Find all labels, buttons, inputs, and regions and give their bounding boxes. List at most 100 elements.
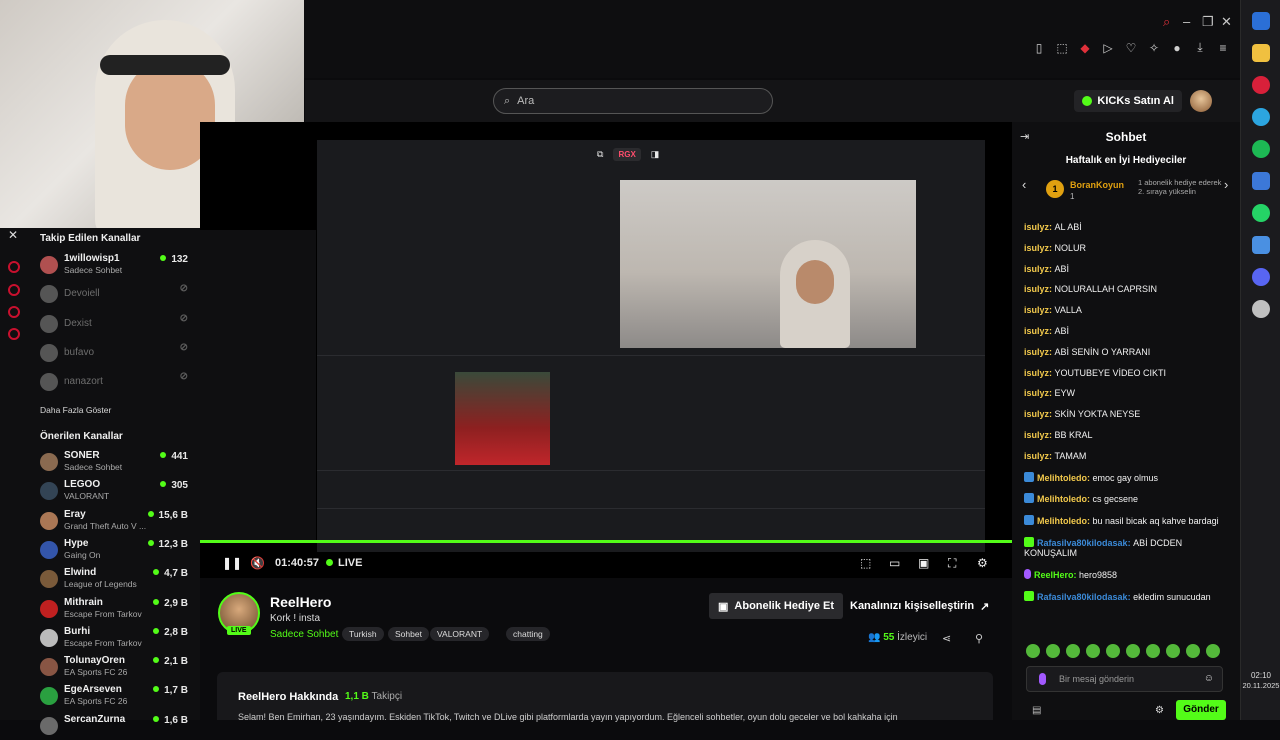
sidebar-settings-icon[interactable]	[8, 328, 20, 340]
pip-icon[interactable]: ▣	[918, 556, 929, 570]
chat-username[interactable]: isulyz	[1024, 326, 1049, 336]
heart-icon[interactable]: ♡	[1124, 41, 1138, 55]
chat-username[interactable]: Melihtoledo	[1037, 516, 1087, 526]
emote-icon[interactable]	[1066, 644, 1080, 658]
opera-icon[interactable]	[1252, 76, 1270, 94]
whatsapp-icon[interactable]	[1252, 204, 1270, 222]
chat-username[interactable]: Rafasilva80kilodasak	[1037, 538, 1128, 548]
channel-row[interactable]: Hype Gaing On 12,3 B	[40, 538, 190, 564]
show-more-link[interactable]: Daha Fazla Göster	[40, 405, 111, 415]
chat-username[interactable]: Melihtoledo	[1037, 494, 1087, 504]
user-settings-icon[interactable]: ⚲	[975, 632, 983, 645]
sidebar-following-icon[interactable]	[8, 306, 20, 318]
mic-icon[interactable]	[1039, 673, 1046, 685]
chat-username[interactable]: ReelHero	[1034, 570, 1074, 580]
clip-icon[interactable]: ⬚	[860, 556, 871, 570]
tag[interactable]: chatting	[506, 627, 550, 641]
theater-icon[interactable]: ▭	[889, 556, 900, 570]
windows-icon[interactable]	[1252, 12, 1270, 30]
channel-row[interactable]: Dexist ⊘	[40, 312, 190, 338]
store-icon[interactable]	[1252, 236, 1270, 254]
tag[interactable]: VALORANT	[430, 627, 490, 641]
channel-row[interactable]: Burhi Escape From Tarkov 2,8 B	[40, 626, 190, 652]
emote-icon[interactable]	[1106, 644, 1120, 658]
chat-username[interactable]: isulyz	[1024, 409, 1049, 419]
streamer-name[interactable]: ReelHero	[270, 594, 331, 610]
chat-username[interactable]: isulyz	[1024, 388, 1049, 398]
stream-category[interactable]: Sadece Sohbet	[270, 629, 338, 640]
profile-icon[interactable]: ●	[1170, 41, 1184, 55]
channel-row[interactable]: Eray Grand Theft Auto V ... 15,6 B	[40, 509, 190, 535]
restore-icon[interactable]: ❐	[1202, 14, 1214, 30]
chat-username[interactable]: isulyz	[1024, 430, 1049, 440]
next-arrow-icon[interactable]: ›	[1224, 177, 1228, 192]
sidebar-home-icon[interactable]	[8, 261, 20, 273]
tag[interactable]: Turkish	[342, 627, 384, 641]
chat-username[interactable]: isulyz	[1024, 368, 1049, 378]
chat-username[interactable]: Rafasilva80kilodasak	[1037, 592, 1128, 602]
prev-arrow-icon[interactable]: ‹	[1022, 177, 1026, 192]
chat-username[interactable]: Melihtoledo	[1037, 473, 1087, 483]
buy-kicks-button[interactable]: KICKs Satın Al	[1074, 90, 1182, 112]
emote-icon[interactable]	[1086, 644, 1100, 658]
send-button[interactable]: Gönder	[1176, 700, 1226, 720]
folder-icon[interactable]	[1252, 44, 1270, 62]
minimize-icon[interactable]: –	[1183, 14, 1190, 29]
telegram-icon[interactable]	[1252, 108, 1270, 126]
close-sidebar-icon[interactable]: ✕	[8, 228, 18, 242]
chat-mode-icon[interactable]: ▤	[1032, 705, 1041, 716]
emote-icon[interactable]	[1146, 644, 1160, 658]
chat-username[interactable]: isulyz	[1024, 284, 1049, 294]
channel-row[interactable]: LEGOO VALORANT 305	[40, 479, 190, 505]
emote-icon[interactable]	[1206, 644, 1220, 658]
fullscreen-icon[interactable]: ⛶	[948, 556, 956, 571]
user-avatar[interactable]	[1190, 90, 1212, 112]
menu-icon[interactable]: ≡	[1216, 41, 1230, 55]
settings-gear-icon[interactable]: ⚙	[977, 556, 988, 570]
share-icon[interactable]: ⋖	[942, 632, 951, 645]
download-icon[interactable]: ⤓	[1193, 40, 1207, 55]
app-icon[interactable]	[1252, 172, 1270, 190]
tag[interactable]: Sohbet	[388, 627, 429, 641]
extensions-icon[interactable]: ✧	[1147, 41, 1161, 55]
channel-row[interactable]: EgeArseven EA Sports FC 26 1,7 B	[40, 684, 190, 710]
emoji-icon[interactable]: ☺	[1204, 673, 1214, 684]
play-icon[interactable]: ▷	[1101, 41, 1115, 55]
pause-icon[interactable]: ❚❚	[222, 556, 242, 570]
channel-row[interactable]: SONER Sadece Sohbet 441	[40, 450, 190, 476]
discord-icon[interactable]	[1252, 268, 1270, 286]
channel-row[interactable]: Elwind League of Legends 4,7 B	[40, 567, 190, 593]
chat-settings-icon[interactable]: ⚙	[1155, 705, 1164, 716]
close-icon[interactable]: ✕	[1221, 14, 1232, 30]
channel-row[interactable]: bufavo ⊘	[40, 341, 190, 367]
shield-icon[interactable]: ◆	[1078, 41, 1092, 55]
channel-row[interactable]: 1willowisp1 Sadece Sohbet 132	[40, 253, 190, 279]
channel-row[interactable]: Mithrain Escape From Tarkov 2,9 B	[40, 597, 190, 623]
emote-icon[interactable]	[1186, 644, 1200, 658]
search-icon[interactable]: ⌕	[1163, 14, 1170, 30]
emote-icon[interactable]	[1166, 644, 1180, 658]
emote-icon[interactable]	[1126, 644, 1140, 658]
chat-username[interactable]: isulyz	[1024, 347, 1049, 357]
chat-username[interactable]: isulyz	[1024, 243, 1049, 253]
chat-username[interactable]: isulyz	[1024, 305, 1049, 315]
gifter-name[interactable]: BoranKoyun	[1070, 180, 1124, 190]
emote-icon[interactable]	[1046, 644, 1060, 658]
emote-icon[interactable]	[1026, 644, 1040, 658]
chat-username[interactable]: isulyz	[1024, 222, 1049, 232]
channel-row[interactable]: SercanZurna 1,6 B	[40, 714, 190, 740]
capture-icon[interactable]: ⬚	[1055, 41, 1069, 55]
channel-row[interactable]: nanazort ⊘	[40, 370, 190, 396]
channel-row[interactable]: TolunayOren EA Sports FC 26 2,1 B	[40, 655, 190, 681]
mute-icon[interactable]: 🔇	[250, 556, 265, 570]
channel-row[interactable]: Devoiell ⊘	[40, 282, 190, 308]
bookmark-icon[interactable]: ▯	[1032, 41, 1046, 55]
video-player[interactable]: ⧉ RGX ◨ ❚❚ 🔇 01:40:57 LIVE ⬚ ▭ ▣ ⛶ ⚙	[200, 122, 1012, 578]
search-input[interactable]: ⌕ Ara	[493, 88, 773, 114]
chat-username[interactable]: isulyz	[1024, 264, 1049, 274]
spotify-icon[interactable]	[1252, 140, 1270, 158]
chat-input[interactable]: Bir mesaj gönderin ☺	[1026, 666, 1223, 692]
gift-subscription-button[interactable]: ▣ Abonelik Hediye Et	[709, 593, 844, 619]
progress-bar[interactable]	[200, 540, 1012, 543]
chrome-icon[interactable]	[1252, 300, 1270, 318]
